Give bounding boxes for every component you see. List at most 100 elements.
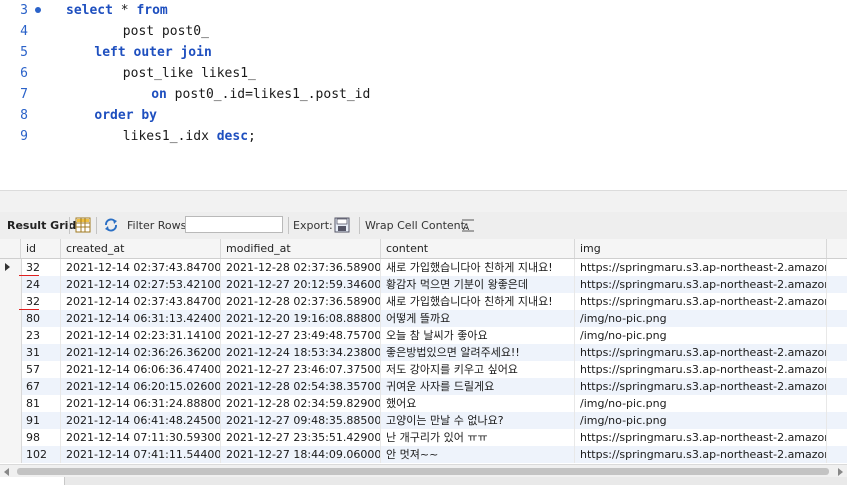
table-cell-id[interactable]: 32 — [21, 293, 61, 310]
table-cell-img[interactable]: /img/no-pic.png — [575, 412, 827, 429]
table-cell-modified-at[interactable]: 2021-12-24 18:53:34.238000 — [221, 344, 381, 361]
row-header[interactable] — [0, 429, 22, 446]
code-line[interactable]: 9 likes1_.idx desc; — [0, 126, 847, 147]
table-cell-overflow[interactable] — [827, 361, 847, 378]
table-cell-modified-at[interactable]: 2021-12-27 23:35:51.429000 — [221, 429, 381, 446]
table-row[interactable]: 32 2021-12-14 02:37:43.847000 2021-12-28 0… — [0, 293, 847, 311]
table-row[interactable]: 91 2021-12-14 06:41:48.245000 2021-12-27 0… — [0, 412, 847, 429]
table-cell-img[interactable]: https://springmaru.s3.ap-northeast-2.ama… — [575, 446, 827, 463]
column-header-id[interactable]: id — [21, 239, 61, 258]
table-cell-overflow[interactable] — [827, 378, 847, 395]
table-cell-img[interactable]: /img/no-pic.png — [575, 327, 827, 344]
row-header[interactable] — [0, 344, 22, 361]
table-cell-img[interactable]: https://springmaru.s3.ap-northeast-2.ama… — [575, 344, 827, 361]
row-header[interactable] — [0, 276, 22, 293]
table-cell-created-at[interactable]: 2021-12-14 02:23:31.141000 — [61, 327, 221, 344]
table-cell-id[interactable]: 81 — [21, 395, 61, 412]
filter-rows-input[interactable] — [185, 216, 283, 233]
table-cell-created-at[interactable]: 2021-12-14 02:27:53.421000 — [61, 276, 221, 293]
panel-splitter[interactable] — [0, 190, 847, 213]
table-cell-id[interactable]: 24 — [21, 276, 61, 293]
table-cell-img[interactable]: /img/no-pic.png — [575, 310, 827, 327]
column-header-modified-at[interactable]: modified_at — [221, 239, 381, 258]
table-row[interactable]: 98 2021-12-14 07:11:30.593000 2021-12-27 2… — [0, 429, 847, 446]
table-cell-overflow[interactable] — [827, 276, 847, 293]
refresh-icon[interactable] — [103, 217, 119, 233]
row-header[interactable] — [0, 378, 22, 395]
wrap-text-icon[interactable]: A — [460, 217, 476, 233]
row-header[interactable] — [0, 327, 22, 344]
row-header[interactable] — [0, 412, 22, 429]
row-header[interactable] — [0, 395, 22, 412]
code-line[interactable]: 6 post_like likes1_ — [0, 63, 847, 84]
export-icon[interactable] — [334, 217, 350, 233]
table-cell-img[interactable]: https://springmaru.s3.ap-northeast-2.ama… — [575, 361, 827, 378]
table-cell-overflow[interactable] — [827, 344, 847, 361]
code-line[interactable]: 3 select * from — [0, 0, 847, 21]
column-header-created-at[interactable]: created_at — [61, 239, 221, 258]
result-grid[interactable]: id created_at modified_at content img 32… — [0, 239, 847, 464]
table-cell-overflow[interactable] — [827, 446, 847, 463]
table-cell-content[interactable]: 어떻게 뜰까요 — [381, 310, 575, 327]
table-cell-created-at[interactable]: 2021-12-14 07:41:11.544000 — [61, 446, 221, 463]
code-line[interactable]: 7 on post0_.id=likes1_.post_id — [0, 84, 847, 105]
table-cell-modified-at[interactable]: 2021-12-27 20:12:59.346000 — [221, 276, 381, 293]
scrollbar-thumb[interactable] — [17, 468, 829, 475]
row-header[interactable] — [0, 310, 22, 327]
table-cell-content[interactable]: 귀여운 사자를 드릴게요 — [381, 378, 575, 395]
table-cell-created-at[interactable]: 2021-12-14 06:20:15.026000 — [61, 378, 221, 395]
table-cell-created-at[interactable]: 2021-12-14 02:37:43.847000 — [61, 259, 221, 276]
table-cell-modified-at[interactable]: 2021-12-28 02:34:59.829000 — [221, 395, 381, 412]
table-cell-created-at[interactable]: 2021-12-14 06:06:36.474000 — [61, 361, 221, 378]
table-cell-overflow[interactable] — [827, 429, 847, 446]
table-cell-content[interactable]: 저도 강아지를 키우고 싶어요 — [381, 361, 575, 378]
table-cell-modified-at[interactable]: 2021-12-27 18:44:09.060000 — [221, 446, 381, 463]
table-cell-content[interactable]: 오늘 참 날씨가 좋아요 — [381, 327, 575, 344]
table-row[interactable]: 24 2021-12-14 02:27:53.421000 2021-12-27 2… — [0, 276, 847, 293]
table-cell-modified-at[interactable]: 2021-12-27 23:49:48.757000 — [221, 327, 381, 344]
table-cell-content[interactable]: 안 멋져~~ — [381, 446, 575, 463]
table-cell-overflow[interactable] — [827, 327, 847, 344]
scroll-right-icon[interactable] — [838, 468, 843, 476]
row-header[interactable] — [0, 259, 22, 276]
table-cell-modified-at[interactable]: 2021-12-28 02:37:36.589000 — [221, 259, 381, 276]
table-cell-overflow[interactable] — [827, 310, 847, 327]
table-cell-id[interactable]: 91 — [21, 412, 61, 429]
table-row[interactable]: 23 2021-12-14 02:23:31.141000 2021-12-27 2… — [0, 327, 847, 344]
row-header[interactable] — [0, 293, 22, 310]
table-row[interactable]: 81 2021-12-14 06:31:24.888000 2021-12-28 0… — [0, 395, 847, 412]
table-cell-id[interactable]: 32 — [21, 259, 61, 276]
table-cell-id[interactable]: 80 — [21, 310, 61, 327]
table-row[interactable]: 80 2021-12-14 06:31:13.424000 2021-12-20 1… — [0, 310, 847, 327]
table-cell-img[interactable]: https://springmaru.s3.ap-northeast-2.ama… — [575, 293, 827, 310]
table-cell-overflow[interactable] — [827, 293, 847, 310]
table-cell-modified-at[interactable]: 2021-12-27 23:46:07.375000 — [221, 361, 381, 378]
table-cell-modified-at[interactable]: 2021-12-28 02:37:36.589000 — [221, 293, 381, 310]
sql-editor[interactable]: 3 select * from 4 post post0_ 5 left outer jo… — [0, 0, 847, 190]
code-line[interactable]: 8 order by — [0, 105, 847, 126]
table-cell-content[interactable]: 난 개구리가 있어 ㅠㅠ — [381, 429, 575, 446]
table-row[interactable]: 32 2021-12-14 02:37:43.847000 2021-12-28 0… — [0, 259, 847, 277]
row-header[interactable] — [0, 361, 22, 378]
table-row[interactable]: 67 2021-12-14 06:20:15.026000 2021-12-28 0… — [0, 378, 847, 395]
table-cell-content[interactable]: 새로 가입했습니다아 친하게 지내요! — [381, 293, 575, 310]
horizontal-scrollbar[interactable] — [0, 464, 847, 478]
table-cell-id[interactable]: 67 — [21, 378, 61, 395]
table-cell-id[interactable]: 102 — [21, 446, 61, 463]
table-cell-id[interactable]: 98 — [21, 429, 61, 446]
table-cell-id[interactable]: 57 — [21, 361, 61, 378]
table-cell-content[interactable]: 새로 가입했습니다아 친하게 지내요! — [381, 259, 575, 276]
grid-view-icon[interactable] — [75, 217, 91, 233]
table-cell-modified-at[interactable]: 2021-12-28 02:54:38.357000 — [221, 378, 381, 395]
scroll-left-icon[interactable] — [4, 468, 9, 476]
table-row[interactable]: 57 2021-12-14 06:06:36.474000 2021-12-27 2… — [0, 361, 847, 378]
column-header-img[interactable]: img — [575, 239, 827, 258]
table-row[interactable]: 31 2021-12-14 02:36:26.362000 2021-12-24 1… — [0, 344, 847, 361]
table-cell-modified-at[interactable]: 2021-12-27 09:48:35.885000 — [221, 412, 381, 429]
table-cell-overflow[interactable] — [827, 395, 847, 412]
result-tab[interactable] — [0, 477, 65, 485]
table-cell-created-at[interactable]: 2021-12-14 06:31:24.888000 — [61, 395, 221, 412]
table-cell-img[interactable]: https://springmaru.s3.ap-northeast-2.ama… — [575, 429, 827, 446]
column-header-content[interactable]: content — [381, 239, 575, 258]
table-cell-created-at[interactable]: 2021-12-14 02:36:26.362000 — [61, 344, 221, 361]
